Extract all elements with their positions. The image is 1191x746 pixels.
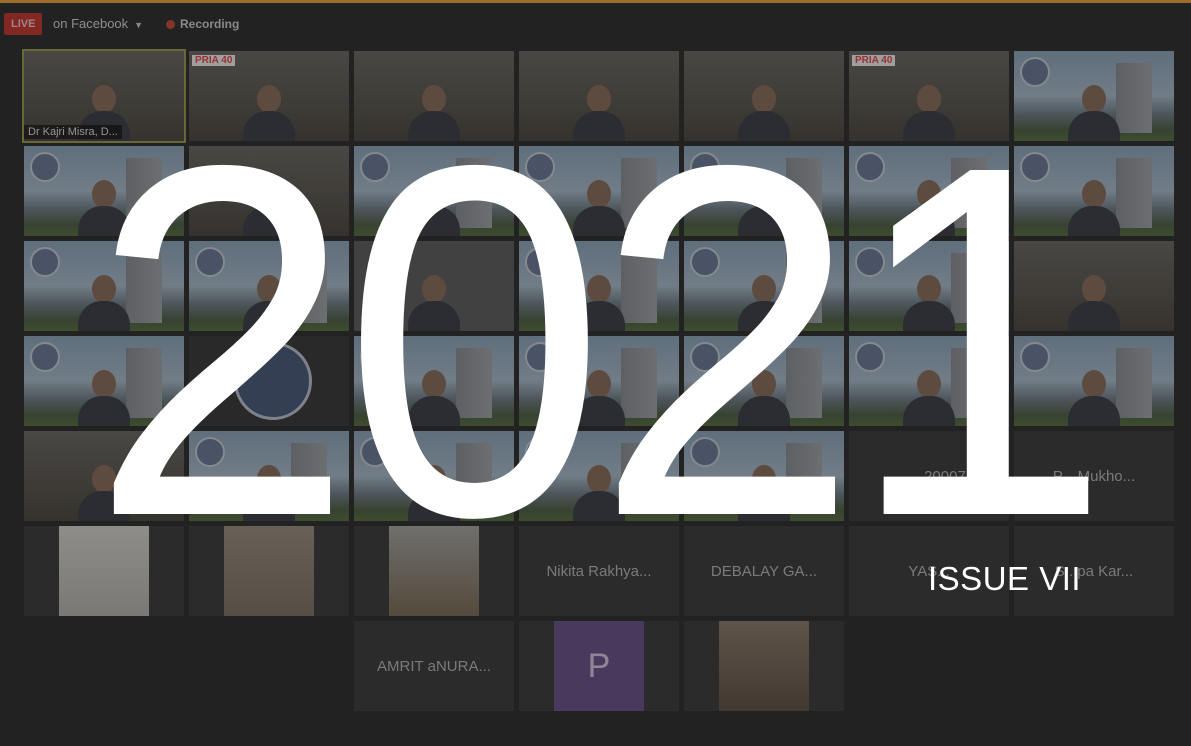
cover-year: 2021 <box>90 96 1112 566</box>
cover-year-text: 2021 <box>90 96 1100 566</box>
cover-issue: ISSUE VII <box>928 560 1082 597</box>
